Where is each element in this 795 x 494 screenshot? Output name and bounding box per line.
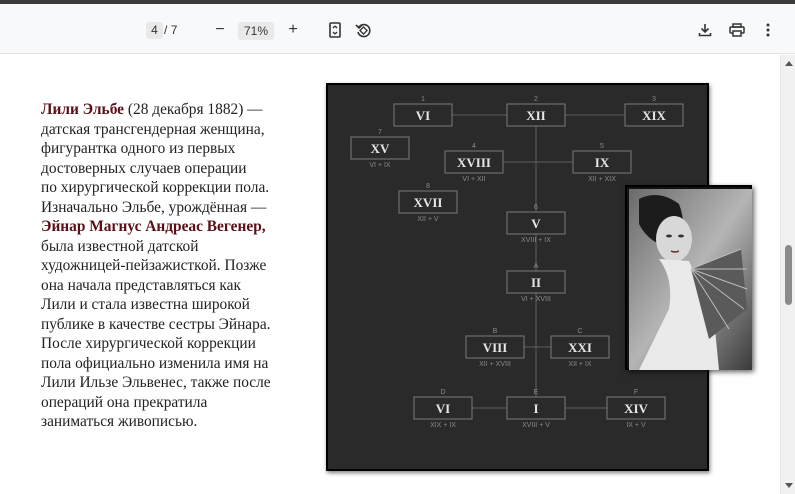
rotate-icon xyxy=(355,23,371,38)
pdf-toolbar: 4 / 7 − 71% + xyxy=(0,4,795,54)
fit-page-button[interactable] xyxy=(324,19,346,41)
diagram-node-label: XV xyxy=(371,141,390,156)
current-page-input[interactable]: 4 xyxy=(146,22,163,39)
diagram-node-label: I xyxy=(533,401,538,416)
diagram-node-8: 8 XVII XII + V xyxy=(398,183,458,223)
diagram-node-1: 1 VI xyxy=(393,96,453,127)
more-options-button[interactable] xyxy=(757,19,779,41)
diagram-node-tag: 5 xyxy=(600,143,604,150)
download-button[interactable] xyxy=(694,19,716,41)
diagram-node-tag: D xyxy=(440,389,445,396)
diagram-node-tag: 1 xyxy=(421,96,425,103)
diagram-node-tag: C xyxy=(577,328,582,335)
page-separator: / xyxy=(164,23,168,37)
diagram-node-tag: F xyxy=(634,389,638,396)
text-line-8: была известной датской xyxy=(41,237,199,255)
zoom-out-button[interactable]: − xyxy=(209,19,231,41)
text-span: (28 декабря 1882) — xyxy=(124,101,263,118)
text-line-2: датская трансгендерная женщина, xyxy=(41,120,265,138)
text-line-14: пола официально изменила имя на xyxy=(41,354,269,372)
text-line-15: Лили Ильзе Эльвенес, также после xyxy=(41,374,271,391)
text-line-13: После хирургической коррекции xyxy=(41,335,256,352)
zoom-level-input[interactable]: 71% xyxy=(238,22,274,40)
diagram-node-formula: XII + IX xyxy=(568,361,591,368)
portrait-photo xyxy=(625,185,752,370)
diagram-node-c: C XXI XII + IX xyxy=(550,328,610,368)
diagram-node-formula: XVIII + IX xyxy=(521,237,551,244)
diagram-node-tag: A xyxy=(534,263,539,270)
diagram-node-7: 7 XV VI + IX xyxy=(350,129,410,169)
diagram-node-d: D VI XIX + IX xyxy=(413,389,473,429)
scroll-down-arrow-icon[interactable] xyxy=(785,483,793,488)
fit-page-icon xyxy=(329,22,341,38)
diagram-node-tag: E xyxy=(534,389,539,396)
more-vert-icon xyxy=(766,23,770,37)
text-line-10: она начала представляться как xyxy=(41,276,241,294)
text-line-12: публике в качестве сестры Эйнара. xyxy=(41,315,271,333)
diagram-node-label: IX xyxy=(595,155,610,170)
diagram-node-b: B VIII XII + XVIII xyxy=(465,328,525,368)
text-line-3: фигурантка одного из первых xyxy=(41,140,236,157)
diagram-node-label: VI xyxy=(416,108,430,123)
page-count: / 7 xyxy=(164,22,177,39)
rotate-button[interactable] xyxy=(352,19,374,41)
diagram-node-tag: 6 xyxy=(534,204,538,211)
diagram-node-label: VI xyxy=(436,401,450,416)
diagram-node-formula: VI + XII xyxy=(462,176,485,183)
diagram-node-label: V xyxy=(531,216,541,231)
print-button[interactable] xyxy=(726,19,748,41)
diagram-node-label: XII xyxy=(526,108,546,123)
diagram-node-label: VIII xyxy=(483,340,508,355)
scrollbar-thumb[interactable] xyxy=(785,245,792,305)
diagram-node-tag: 3 xyxy=(652,96,656,103)
diagram-node-5: 5 IX XII + XIX xyxy=(572,143,632,183)
diagram-node-tag: 2 xyxy=(534,96,538,103)
diagram-node-a: A II VI + XVIII xyxy=(506,263,566,303)
text-line-1: Лили Эльбе (28 декабря 1882) — xyxy=(41,100,323,120)
diagram-node-formula: XII + XIX xyxy=(588,176,616,183)
diagram-node-label: XIV xyxy=(624,401,648,416)
diagram-node-label: XXI xyxy=(568,340,592,355)
zoom-in-button[interactable]: + xyxy=(282,19,304,41)
diagram-node-tag: 4 xyxy=(472,143,476,150)
diagram-node-f: F XIV IX + V xyxy=(606,389,666,429)
birth-name: Эйнар Магнус Андреас Вегенер, xyxy=(41,218,266,235)
diagram-node-formula: XII + V xyxy=(417,216,439,223)
diagram-node-formula: VI + XVIII xyxy=(521,296,551,303)
text-line-5: по хирургической коррекции пола. xyxy=(41,179,270,196)
diagram-node-3: 3 XIX xyxy=(624,96,684,127)
text-line-11: Лили и стала известна широкой xyxy=(41,296,250,313)
diagram-node-label: XVIII xyxy=(457,155,491,170)
diagram-node-6: 6 V XVIII + IX xyxy=(506,204,566,244)
vertical-scrollbar[interactable] xyxy=(780,55,795,494)
diagram-node-formula: XIX + IX xyxy=(430,422,456,429)
diagram-node-tag: 8 xyxy=(426,183,430,190)
article-text: Лили Эльбе (28 декабря 1882) — датская т… xyxy=(41,100,323,432)
text-line-9: художницей-пейзажисткой. Позже xyxy=(41,257,267,274)
diagram-node-label: XIX xyxy=(642,108,666,123)
download-icon xyxy=(698,24,712,37)
scroll-up-arrow-icon[interactable] xyxy=(785,61,793,66)
diagram-node-formula: XVIII + V xyxy=(522,422,550,429)
text-line-7: Эйнар Магнус Андреас Вегенер, xyxy=(41,217,323,237)
diagram-node-4: 4 XVIII VI + XII xyxy=(444,143,504,183)
diagram-node-formula: IX + V xyxy=(626,422,646,429)
diagram-node-tag: B xyxy=(493,328,498,335)
diagram-node-tag: 7 xyxy=(378,129,382,136)
person-name: Лили Эльбе xyxy=(41,101,125,118)
text-line-17: заниматься живописью. xyxy=(41,413,198,430)
text-line-4: достоверных случаев операции xyxy=(41,159,247,177)
diagram-node-2: 2 XII xyxy=(506,96,566,127)
portrait-image xyxy=(629,189,752,370)
text-line-6: Изначально Эльбе, урождённая — xyxy=(41,198,267,216)
total-pages: 7 xyxy=(170,23,178,37)
diagram-node-label: II xyxy=(531,275,541,290)
print-icon xyxy=(729,23,745,37)
diagram-node-formula: VI + IX xyxy=(369,162,391,169)
diagram-node-formula: XII + XVIII xyxy=(479,361,511,368)
diagram-node-e: EI XVIII + V xyxy=(506,389,566,429)
text-line-16: операций она прекратила xyxy=(41,393,208,411)
diagram-node-label: XVII xyxy=(414,195,443,210)
